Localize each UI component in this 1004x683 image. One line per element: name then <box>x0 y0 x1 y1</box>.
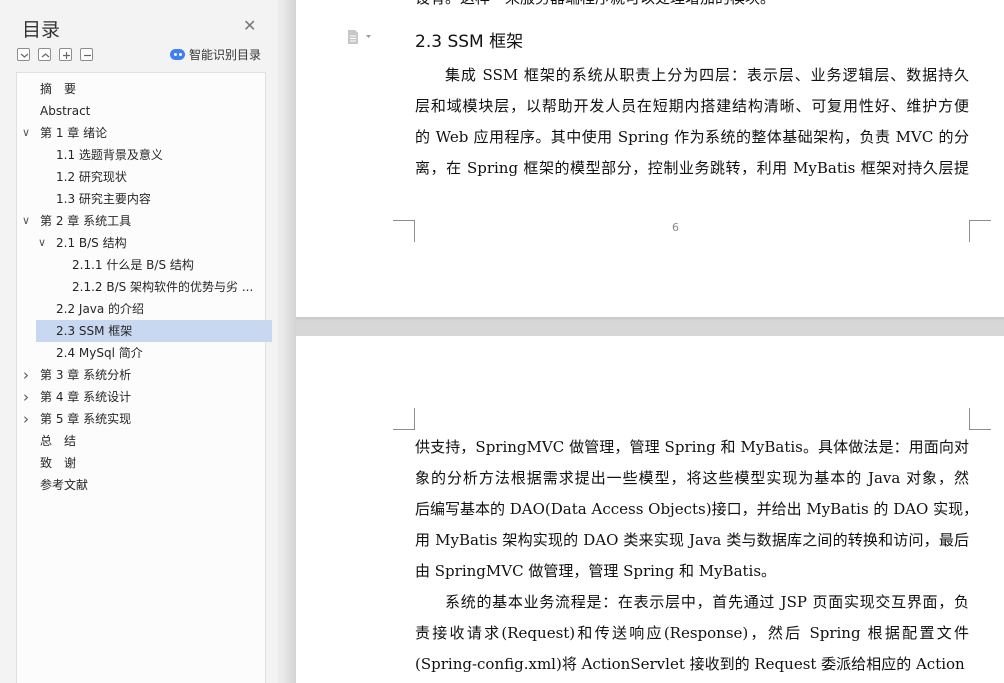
text-line: 离，在 Spring 框架的模型部分，控制业务跳转，利用 MyBatis 框架对… <box>415 159 969 177</box>
toc-item-label: 致 谢 <box>40 456 77 470</box>
page-gap <box>296 317 1004 336</box>
document-icon[interactable] <box>347 30 373 44</box>
text-line: 象的分析方法根据需求提出一些模型，将这些模型实现为基本的 Java 对象，然 <box>415 469 969 487</box>
chevron-down-icon[interactable]: ∨ <box>20 122 32 144</box>
toc-list: 摘 要 Abstract ∨ 第 1 章 绪论 1.1 选题背景及意义 1.2 研究现状 1… <box>20 78 272 496</box>
toc-item[interactable]: ∨ 第 2 章 系统工具 <box>20 210 260 232</box>
toc-item[interactable]: 2.1.1 什么是 B/S 结构 <box>20 254 260 276</box>
toc-sidebar: 目录 ✕ 智能识别目录 摘 要 Abstract ∨ 第 1 章 绪论 1.1 选题背景… <box>0 0 278 683</box>
margin-corner-tr <box>969 408 991 430</box>
text-line: 责接收请求(Request)和传送响应(Response)，然后 Spring … <box>415 624 969 642</box>
toc-item[interactable]: ∨ 2.1 B/S 结构 <box>20 232 260 254</box>
toc-item-label: 1.2 研究现状 <box>56 170 127 184</box>
toc-item[interactable]: › 第 3 章 系统分析 <box>20 364 260 386</box>
toc-item-label: 第 3 章 系统分析 <box>40 368 132 382</box>
toc-item-label: 摘 要 <box>40 82 77 96</box>
paragraph-fragment: 设有。这样一来服务器端程序就可以处理增加的模块。 <box>415 0 775 8</box>
toc-item[interactable]: 1.2 研究现状 <box>20 166 260 188</box>
expand-all-icon[interactable] <box>17 48 30 61</box>
toc-item[interactable]: 参考文献 <box>20 474 260 496</box>
page-6-body: 集成 SSM 框架的系统从职责上分为四层：表示层、业务逻辑层、数据持久层和域模块… <box>415 60 969 184</box>
sidebar-title: 目录 <box>22 19 61 41</box>
close-icon[interactable]: ✕ <box>243 18 256 34</box>
chevron-down-icon[interactable]: ∨ <box>36 232 48 254</box>
chevron-right-icon[interactable]: › <box>20 364 32 386</box>
smart-toc-button[interactable]: 智能识别目录 <box>170 46 261 63</box>
toc-item-label: 2.2 Java 的介绍 <box>56 302 145 316</box>
toc-item[interactable]: 1.1 选题背景及意义 <box>20 144 260 166</box>
toc-item-label: 第 2 章 系统工具 <box>40 214 132 228</box>
text-line: 用 MyBatis 架构实现的 DAO 类来实现 Java 类与数据库之间的转换… <box>415 531 969 549</box>
page-shadow <box>282 0 296 683</box>
smart-toc-label: 智能识别目录 <box>189 48 262 62</box>
margin-corner-br <box>969 220 991 242</box>
toc-item[interactable]: 总 结 <box>20 430 260 452</box>
toc-item[interactable]: Abstract <box>20 100 260 122</box>
toc-item-label: 2.3 SSM 框架 <box>56 324 133 338</box>
margin-corner-tl <box>393 408 415 430</box>
toc-item-label: 2.1.1 什么是 B/S 结构 <box>72 258 194 272</box>
toc-item-label: 2.4 MySql 简介 <box>56 346 143 360</box>
toc-item[interactable]: ∨ 第 1 章 绪论 <box>20 122 260 144</box>
toc-item-label: 1.3 研究主要内容 <box>56 192 151 206</box>
margin-corner-bl <box>393 220 415 242</box>
toc-item[interactable]: 2.2 Java 的介绍 <box>20 298 260 320</box>
toc-item[interactable]: 2.1.2 B/S 架构软件的优势与劣 ... <box>20 276 260 298</box>
chevron-right-icon[interactable]: › <box>20 408 32 430</box>
toc-item[interactable]: 摘 要 <box>20 78 260 100</box>
toc-item[interactable]: › 第 5 章 系统实现 <box>20 408 260 430</box>
collapse-all-icon[interactable] <box>38 48 51 61</box>
toc-toolbar <box>17 48 93 61</box>
page-number: 6 <box>672 221 679 234</box>
text-line: 集成 SSM 框架的系统从职责上分为四层：表示层、业务逻辑层、数据持久 <box>445 66 969 84</box>
add-level-icon[interactable] <box>59 48 72 61</box>
page-7-body: 供支持，SpringMVC 做管理，管理 Spring 和 MyBatis。具体… <box>415 432 969 680</box>
chevron-right-icon[interactable]: › <box>20 386 32 408</box>
toc-item-label: 第 4 章 系统设计 <box>40 390 132 404</box>
toc-item-label: 总 结 <box>40 434 77 448</box>
text-line: 后编写基本的 DAO(Data Access Objects)接口，并给出 My… <box>415 500 969 518</box>
text-line: 的 Web 应用程序。其中使用 Spring 作为系统的整体基础架构，负责 MV… <box>415 128 969 146</box>
toc-item-label: 1.1 选题背景及意义 <box>56 148 163 162</box>
toc-item[interactable]: › 第 4 章 系统设计 <box>20 386 260 408</box>
text-line: 系统的基本业务流程是：在表示层中，首先通过 JSP 页面实现交互界面，负 <box>445 593 969 611</box>
toc-item-label: Abstract <box>40 104 91 118</box>
robot-icon <box>170 49 185 60</box>
text-line: 由 SpringMVC 做管理，管理 Spring 和 MyBatis。 <box>415 562 777 580</box>
toc-item[interactable]: 2.4 MySql 简介 <box>20 342 260 364</box>
text-line: (Spring-config.xml)将 ActionServlet 接收到的 … <box>415 655 969 673</box>
toc-item[interactable]: 2.3 SSM 框架 <box>36 320 272 342</box>
toc-item-label: 2.1 B/S 结构 <box>56 236 127 250</box>
remove-level-icon[interactable] <box>80 48 93 61</box>
toc-item[interactable]: 1.3 研究主要内容 <box>20 188 260 210</box>
text-line: 层和域模块层，以帮助开发人员在短期内搭建结构清晰、可复用性好、维护方便 <box>415 97 969 115</box>
toc-item-label: 第 5 章 系统实现 <box>40 412 132 426</box>
toc-item[interactable]: 致 谢 <box>20 452 260 474</box>
toc-item-label: 2.1.2 B/S 架构软件的优势与劣 ... <box>72 280 254 294</box>
toc-item-label: 第 1 章 绪论 <box>40 126 108 140</box>
chevron-down-icon[interactable]: ∨ <box>20 210 32 232</box>
text-line: 供支持，SpringMVC 做管理，管理 Spring 和 MyBatis。具体… <box>415 438 969 456</box>
section-heading: 2.3 SSM 框架 <box>415 32 524 52</box>
toc-item-label: 参考文献 <box>40 478 89 492</box>
